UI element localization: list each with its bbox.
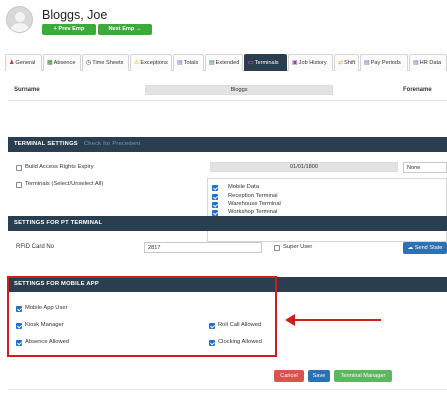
person-icon: ♟ xyxy=(9,60,15,66)
tab-general[interactable]: ♟General xyxy=(5,54,42,71)
tab-terminals[interactable]: ▭Terminals xyxy=(244,54,287,71)
avatar-head xyxy=(15,12,25,22)
tab-absence[interactable]: ▦Absence xyxy=(43,54,81,71)
employee-avatar xyxy=(6,6,33,33)
tab-label: HR Data xyxy=(419,60,442,66)
select-all-terminals-label: Terminals (Select/Unselect All) xyxy=(25,181,104,187)
terminal-label: Workshop Terminal xyxy=(228,209,278,215)
warning-icon: ⚠ xyxy=(134,60,140,66)
terminal-checkbox[interactable] xyxy=(212,194,218,200)
tab-label: Totals xyxy=(183,60,199,66)
terminal-settings-header: TERMINAL SETTINGS Check for Precedent xyxy=(8,137,447,152)
section-title: SETTINGS FOR PT TERMINAL xyxy=(14,220,103,226)
terminal-icon: ▭ xyxy=(248,60,254,66)
terminal-label: Reception Terminal xyxy=(228,193,278,199)
briefcase-icon: ▣ xyxy=(292,60,298,66)
next-employee-button[interactable]: Next Emp → xyxy=(98,24,152,35)
access-expiry-date[interactable]: 01/01/1800 xyxy=(210,162,398,172)
terminal-manager-button[interactable]: Terminal Manager xyxy=(334,370,392,382)
list-icon: ▤ xyxy=(209,60,215,66)
tab-label: Terminals xyxy=(254,60,279,66)
terminal-label: Mobile Data xyxy=(228,184,259,190)
terminal-label: Warehouse Terminal xyxy=(228,201,281,207)
rfid-label: RFID Card No xyxy=(16,244,55,250)
prev-employee-button[interactable]: + Prev Emp xyxy=(42,24,96,35)
clock-icon: ◷ xyxy=(86,60,92,66)
tab-label: Absence xyxy=(53,60,76,66)
tab-shift[interactable]: ⇄Shift xyxy=(334,54,359,71)
divider xyxy=(8,389,447,390)
send-state-button[interactable]: ☁ Send State xyxy=(403,242,447,254)
terminal-checkbox[interactable] xyxy=(212,202,218,208)
precedent-link[interactable]: Check for Precedent xyxy=(84,141,141,147)
calendar-icon: ▦ xyxy=(47,60,53,66)
cancel-button[interactable]: Cancel xyxy=(274,370,304,382)
employee-name: Bloggs, Joe xyxy=(42,8,108,22)
tab-exceptions[interactable]: ⚠Exceptions xyxy=(130,54,172,71)
tab-label: Job History xyxy=(298,60,327,66)
document-icon: ▤ xyxy=(413,60,419,66)
tab-bar: ♟General ▦Absence ◷Time Sheets ⚠Exceptio… xyxy=(5,54,447,71)
highlight-box xyxy=(7,276,277,357)
tab-job-history[interactable]: ▣Job History xyxy=(288,54,333,71)
rfid-card-input[interactable]: 2817 xyxy=(144,242,262,253)
pt-terminal-header: SETTINGS FOR PT TERMINAL xyxy=(8,216,447,231)
tab-label: Pay Periods xyxy=(370,60,401,66)
tab-label: Time Sheets xyxy=(92,60,124,66)
surname-label: Surname xyxy=(14,87,40,93)
tab-label: Exceptions xyxy=(140,60,168,66)
money-icon: ▤ xyxy=(364,60,370,66)
expiry-type-select[interactable]: None xyxy=(403,162,447,173)
tab-hr-data[interactable]: ▤HR Data xyxy=(409,54,447,71)
tab-time-sheets[interactable]: ◷Time Sheets xyxy=(82,54,129,71)
select-value: None xyxy=(407,165,421,171)
bar-chart-icon: ▤ xyxy=(177,60,183,66)
save-button[interactable]: Save xyxy=(308,370,330,382)
tab-label: General xyxy=(15,60,36,66)
shuffle-icon: ⇄ xyxy=(338,60,344,66)
select-all-terminals-checkbox[interactable] xyxy=(16,182,22,188)
tab-extended[interactable]: ▤Extended xyxy=(205,54,243,71)
terminal-list: Mobile Data Reception Terminal Warehouse… xyxy=(207,178,447,242)
arrow-left-icon xyxy=(285,314,381,326)
tab-label: Extended xyxy=(215,60,240,66)
divider xyxy=(8,100,447,101)
button-label: Send State xyxy=(414,245,443,251)
build-access-label: Build Access Rights Expiry xyxy=(25,164,94,170)
super-user-checkbox[interactable] xyxy=(274,245,280,251)
surname-field: Bloggs xyxy=(145,85,333,95)
build-access-checkbox[interactable] xyxy=(16,165,22,171)
tab-totals[interactable]: ▤Totals xyxy=(173,54,204,71)
upload-icon: ☁ xyxy=(407,245,414,251)
terminal-checkbox[interactable] xyxy=(212,185,218,191)
super-user-label: Super User xyxy=(283,244,313,250)
forename-label: Forename xyxy=(403,87,432,93)
avatar-body xyxy=(10,23,30,32)
section-title: TERMINAL SETTINGS xyxy=(14,141,78,147)
tab-label: Shift xyxy=(344,60,356,66)
tab-pay-periods[interactable]: ▤Pay Periods xyxy=(360,54,408,71)
